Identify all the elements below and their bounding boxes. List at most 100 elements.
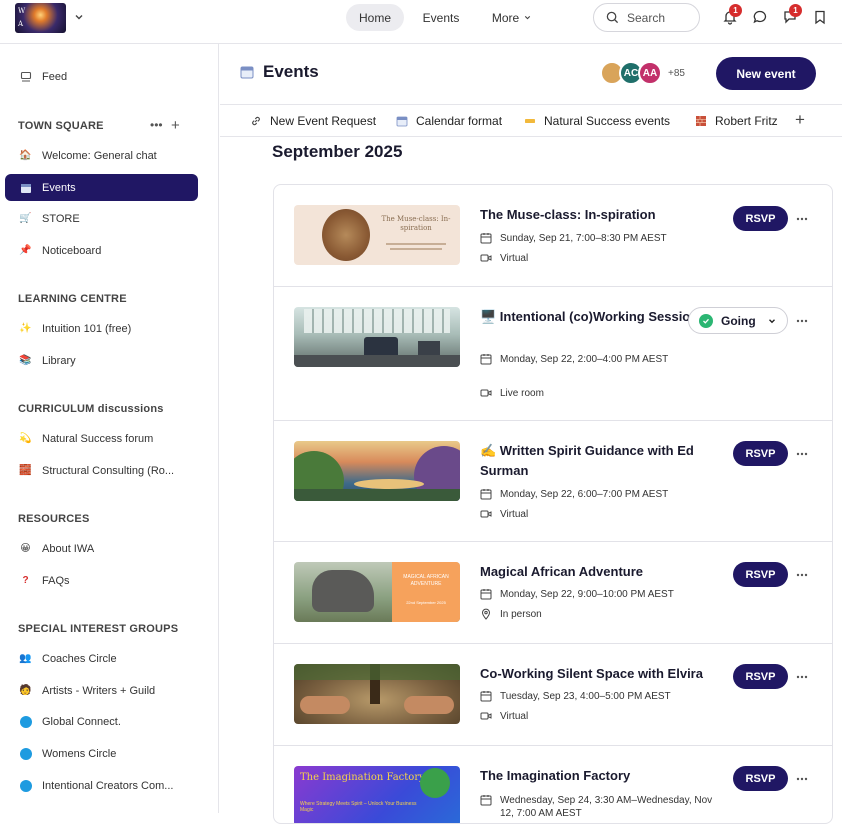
chevron-down-icon[interactable]	[73, 11, 85, 23]
rsvp-button[interactable]: RSVP	[733, 766, 788, 791]
event-card[interactable]: MAGICAL AFRICAN ADVENTURE 22nd September…	[274, 542, 832, 644]
section-heading-curriculum: CURRICULUM discussions	[18, 403, 164, 415]
event-date-text: Monday, Sep 22, 9:00–10:00 PM AEST	[500, 589, 674, 600]
event-location: Virtual	[480, 508, 528, 521]
event-card[interactable]: Co-Working Silent Space with Elvira Tues…	[274, 644, 832, 746]
search-input[interactable]: Search	[593, 3, 700, 32]
sidebar-item-womens-circle[interactable]: Womens Circle	[5, 740, 198, 767]
sidebar-item-label: Structural Consulting (Ro...	[42, 464, 175, 477]
tab-new-event-request[interactable]: New Event Request	[250, 114, 376, 128]
sidebar-item-natural-success[interactable]: 💫 Natural Success forum	[5, 425, 198, 452]
main-content: Events AC AA +85 New event New Event Req…	[220, 44, 842, 824]
messages-badge: 1	[789, 4, 802, 17]
calendar-icon	[480, 354, 492, 365]
tab-robert-fritz[interactable]: Robert Fritz	[695, 114, 778, 128]
sidebar-item-artists[interactable]: 🧑 Artists - Writers + Guild	[5, 677, 198, 704]
logo-letter: W	[18, 7, 26, 15]
sidebar-item-store[interactable]: 🛒 STORE	[5, 205, 198, 232]
calendar-icon	[240, 66, 254, 79]
nav-home[interactable]: Home	[346, 4, 404, 31]
month-heading: September 2025	[272, 142, 403, 161]
event-title[interactable]: 🖥️ Intentional (co)Working Session	[480, 307, 720, 327]
more-horizontal-icon[interactable]	[795, 212, 809, 226]
ticket-icon	[524, 115, 536, 127]
sidebar-item-feed[interactable]: Feed	[5, 63, 198, 90]
event-date-text: Monday, Sep 22, 2:00–4:00 PM AEST	[500, 354, 669, 365]
going-dropdown[interactable]: Going	[688, 307, 788, 334]
event-thumbnail	[294, 664, 460, 724]
event-card[interactable]: The Imagination Factory Where Strategy M…	[274, 746, 832, 823]
section-heading-resources: RESOURCES	[18, 513, 90, 525]
event-date-text: Tuesday, Sep 23, 4:00–5:00 PM AEST	[500, 691, 671, 702]
top-bar: W A Home Events More Search 1 1	[0, 0, 842, 44]
more-horizontal-icon[interactable]	[795, 670, 809, 684]
artist-icon: 🧑	[19, 685, 32, 696]
sidebar-item-label: Intentional Creators Com...	[42, 779, 174, 792]
thumbnail-text: The Muse-class: In-spiration	[381, 215, 451, 232]
sidebar-item-intentional-creators[interactable]: Intentional Creators Com...	[5, 772, 198, 799]
event-date-text: Sunday, Sep 21, 7:00–8:30 PM AEST	[500, 233, 667, 244]
more-horizontal-icon[interactable]	[795, 314, 809, 328]
sidebar-item-intuition[interactable]: ✨ Intuition 101 (free)	[5, 315, 198, 342]
sidebar-item-library[interactable]: 📚 Library	[5, 347, 198, 374]
nav-events[interactable]: Events	[414, 4, 468, 31]
sidebar-item-global-connect[interactable]: Global Connect.	[5, 708, 198, 735]
map-pin-icon	[481, 608, 491, 620]
sidebar-item-welcome[interactable]: 🏠 Welcome: General chat	[5, 142, 198, 169]
rsvp-button[interactable]: RSVP	[733, 206, 788, 231]
event-location-text: Live room	[500, 388, 544, 399]
more-horizontal-icon[interactable]	[795, 772, 809, 786]
feed-icon	[19, 70, 32, 83]
event-title[interactable]: The Muse-class: In-spiration	[480, 205, 720, 225]
pushpin-icon: 📌	[19, 245, 32, 256]
sidebar-item-label: Intuition 101 (free)	[42, 322, 132, 335]
rsvp-button[interactable]: RSVP	[733, 664, 788, 689]
avatar: AA	[638, 61, 662, 85]
new-event-button[interactable]: New event	[716, 57, 816, 90]
search-icon	[606, 11, 619, 24]
community-logo[interactable]: W A	[15, 3, 66, 33]
sidebar-item-label: Global Connect.	[42, 715, 121, 728]
event-card[interactable]: The Muse-class: In-spiration The Muse-cl…	[274, 185, 832, 287]
event-title[interactable]: Magical African Adventure	[480, 562, 720, 582]
rsvp-button[interactable]: RSVP	[733, 441, 788, 466]
thumbnail-text: MAGICAL AFRICAN ADVENTURE	[403, 574, 449, 587]
more-horizontal-icon[interactable]	[795, 568, 809, 582]
question-icon: ?	[22, 575, 29, 586]
sidebar-item-structural-consulting[interactable]: 🧱 Structural Consulting (Ro...	[5, 457, 198, 484]
brick-icon	[695, 115, 707, 127]
nav-more[interactable]: More	[484, 4, 540, 31]
sidebar-item-label: Welcome: General chat	[42, 149, 157, 162]
event-card[interactable]: ✍️ Written Spirit Guidance with Ed Surma…	[274, 421, 832, 542]
event-title[interactable]: The Imagination Factory	[480, 766, 720, 786]
event-date: Tuesday, Sep 23, 4:00–5:00 PM AEST	[480, 690, 671, 703]
tab-calendar-format[interactable]: Calendar format	[396, 114, 502, 128]
avatar-more-count: +85	[668, 67, 685, 79]
tab-label: Robert Fritz	[715, 114, 778, 128]
attendee-avatars[interactable]: AC AA +85	[600, 61, 685, 85]
sidebar-item-label: Feed	[42, 70, 68, 83]
rsvp-button[interactable]: RSVP	[733, 562, 788, 587]
event-title[interactable]: Co-Working Silent Space with Elvira	[480, 664, 720, 684]
sidebar-item-label: Natural Success forum	[42, 432, 154, 445]
sidebar-item-faqs[interactable]: ? FAQs	[5, 567, 198, 594]
sidebar-item-events[interactable]: Events	[5, 174, 198, 201]
tab-natural-success-events[interactable]: Natural Success events	[524, 114, 670, 128]
calendar-icon	[396, 115, 408, 127]
sidebar-item-noticeboard[interactable]: 📌 Noticeboard	[5, 237, 198, 264]
chat-bubble-icon[interactable]	[752, 9, 768, 25]
cart-icon: 🛒	[19, 213, 32, 224]
plus-icon[interactable]: +	[171, 117, 180, 134]
sidebar-item-about[interactable]: 😀 About IWA	[5, 535, 198, 562]
bookmark-icon[interactable]	[812, 9, 828, 25]
more-horizontal-icon[interactable]: •••	[150, 118, 163, 132]
chevron-down-icon	[769, 319, 775, 324]
add-link-button[interactable]: +	[795, 110, 805, 130]
event-location: In person	[480, 608, 542, 621]
event-title[interactable]: ✍️ Written Spirit Guidance with Ed Surma…	[480, 441, 720, 481]
event-card[interactable]: 🖥️ Intentional (co)Working Session Monda…	[274, 287, 832, 421]
sidebar-item-coaches[interactable]: 👥 Coaches Circle	[5, 645, 198, 672]
dot-icon	[19, 779, 32, 792]
sidebar-item-label: Womens Circle	[42, 747, 117, 760]
more-horizontal-icon[interactable]	[795, 447, 809, 461]
